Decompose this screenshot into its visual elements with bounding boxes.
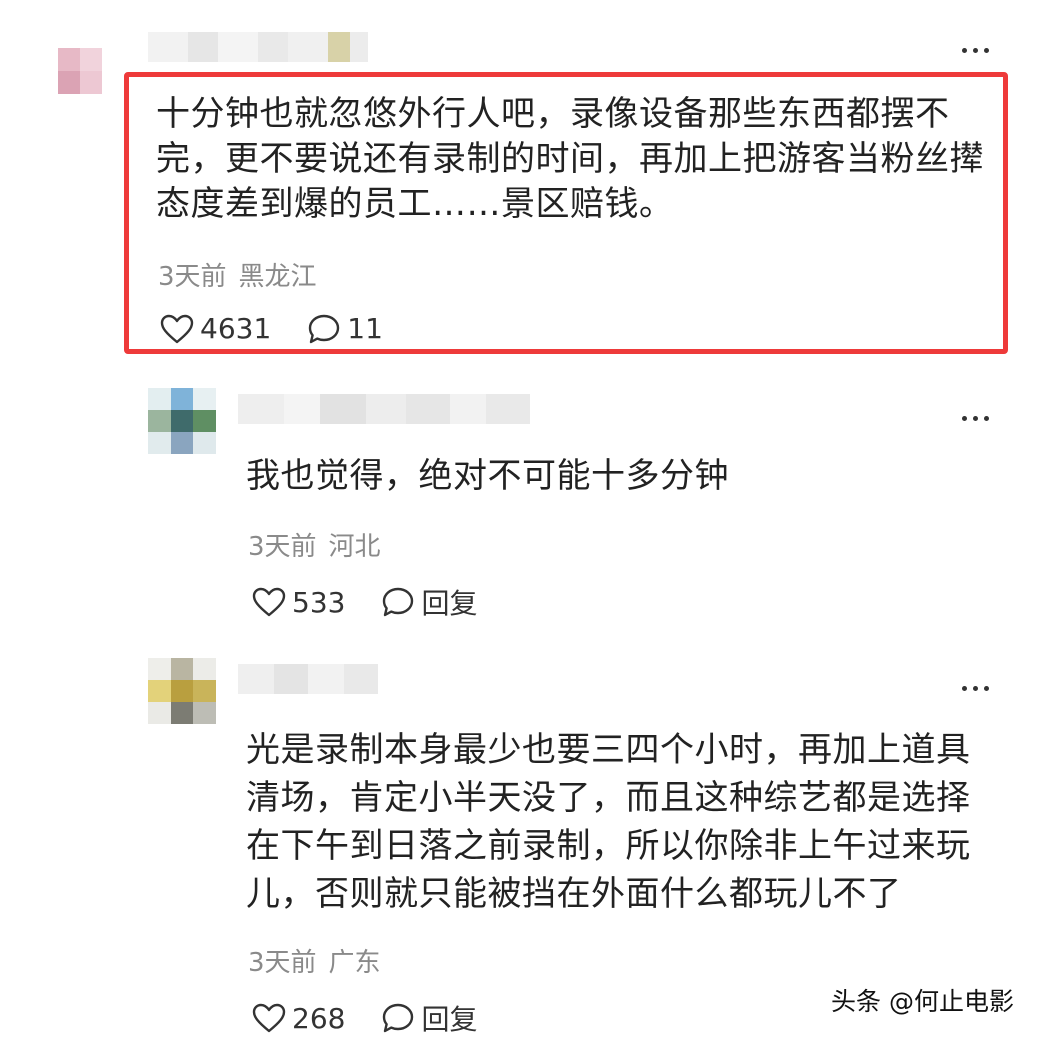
avatar[interactable] xyxy=(148,388,216,454)
like-count: 533 xyxy=(292,585,346,619)
reply-button[interactable]: 回复 xyxy=(381,582,477,622)
like-count: 4631 xyxy=(200,312,272,345)
speech-bubble-icon xyxy=(381,586,415,618)
speech-bubble-icon xyxy=(381,1002,415,1034)
comment-thread: 十分钟也就忽悠外行人吧，录像设备那些东西都摆不 完，更不要说还有录制的时间，再加… xyxy=(0,0,1040,1040)
comment-text: 我也觉得，绝对不可能十多分钟 xyxy=(246,456,729,496)
speech-bubble-icon xyxy=(307,313,341,345)
like-button[interactable]: 533 xyxy=(252,586,345,619)
reply-button[interactable]: 回复 xyxy=(381,998,477,1038)
more-dots-icon[interactable] xyxy=(962,48,989,53)
comment-button[interactable]: 11 xyxy=(307,312,383,345)
comment-time: 3天前 xyxy=(248,948,317,978)
comment-location: 广东 xyxy=(328,948,381,978)
heart-outline-icon xyxy=(160,314,194,344)
username-blurred[interactable] xyxy=(238,664,378,694)
reply-label: 回复 xyxy=(421,1003,478,1036)
comment-text: 十分钟也就忽悠外行人吧，录像设备那些东西都摆不 完，更不要说还有录制的时间，再加… xyxy=(156,94,984,224)
watermark: 头条 @何止电影 xyxy=(831,987,1014,1016)
username-blurred[interactable] xyxy=(148,32,368,62)
more-dots-icon[interactable] xyxy=(962,686,989,691)
username-blurred[interactable] xyxy=(238,394,530,424)
heart-outline-icon xyxy=(252,1003,286,1033)
like-count: 268 xyxy=(292,1001,346,1035)
reply-label: 回复 xyxy=(421,587,478,620)
comment-actions: 268 回复 xyxy=(252,998,477,1038)
comment-meta: 3天前 河北 xyxy=(248,526,381,563)
more-dots-icon[interactable] xyxy=(962,416,989,421)
comment-location: 黑龙江 xyxy=(238,262,317,292)
like-button[interactable]: 4631 xyxy=(160,312,271,345)
comment-time: 3天前 xyxy=(158,262,227,292)
comment-actions: 4631 11 xyxy=(160,312,383,345)
like-button[interactable]: 268 xyxy=(252,1002,345,1035)
avatar[interactable] xyxy=(148,658,216,724)
comment-actions: 533 回复 xyxy=(252,582,477,622)
comment-time: 3天前 xyxy=(248,532,317,562)
comment-text: 光是录制本身最少也要三四个小时，再加上道具 清场，肯定小半天没了，而且这种综艺都… xyxy=(246,730,971,914)
comment-meta: 3天前 黑龙江 xyxy=(158,256,317,293)
avatar[interactable] xyxy=(58,48,102,94)
comment-meta: 3天前 广东 xyxy=(248,942,381,979)
reply-count: 11 xyxy=(347,312,383,345)
comment-location: 河北 xyxy=(328,532,381,562)
heart-outline-icon xyxy=(252,587,286,617)
